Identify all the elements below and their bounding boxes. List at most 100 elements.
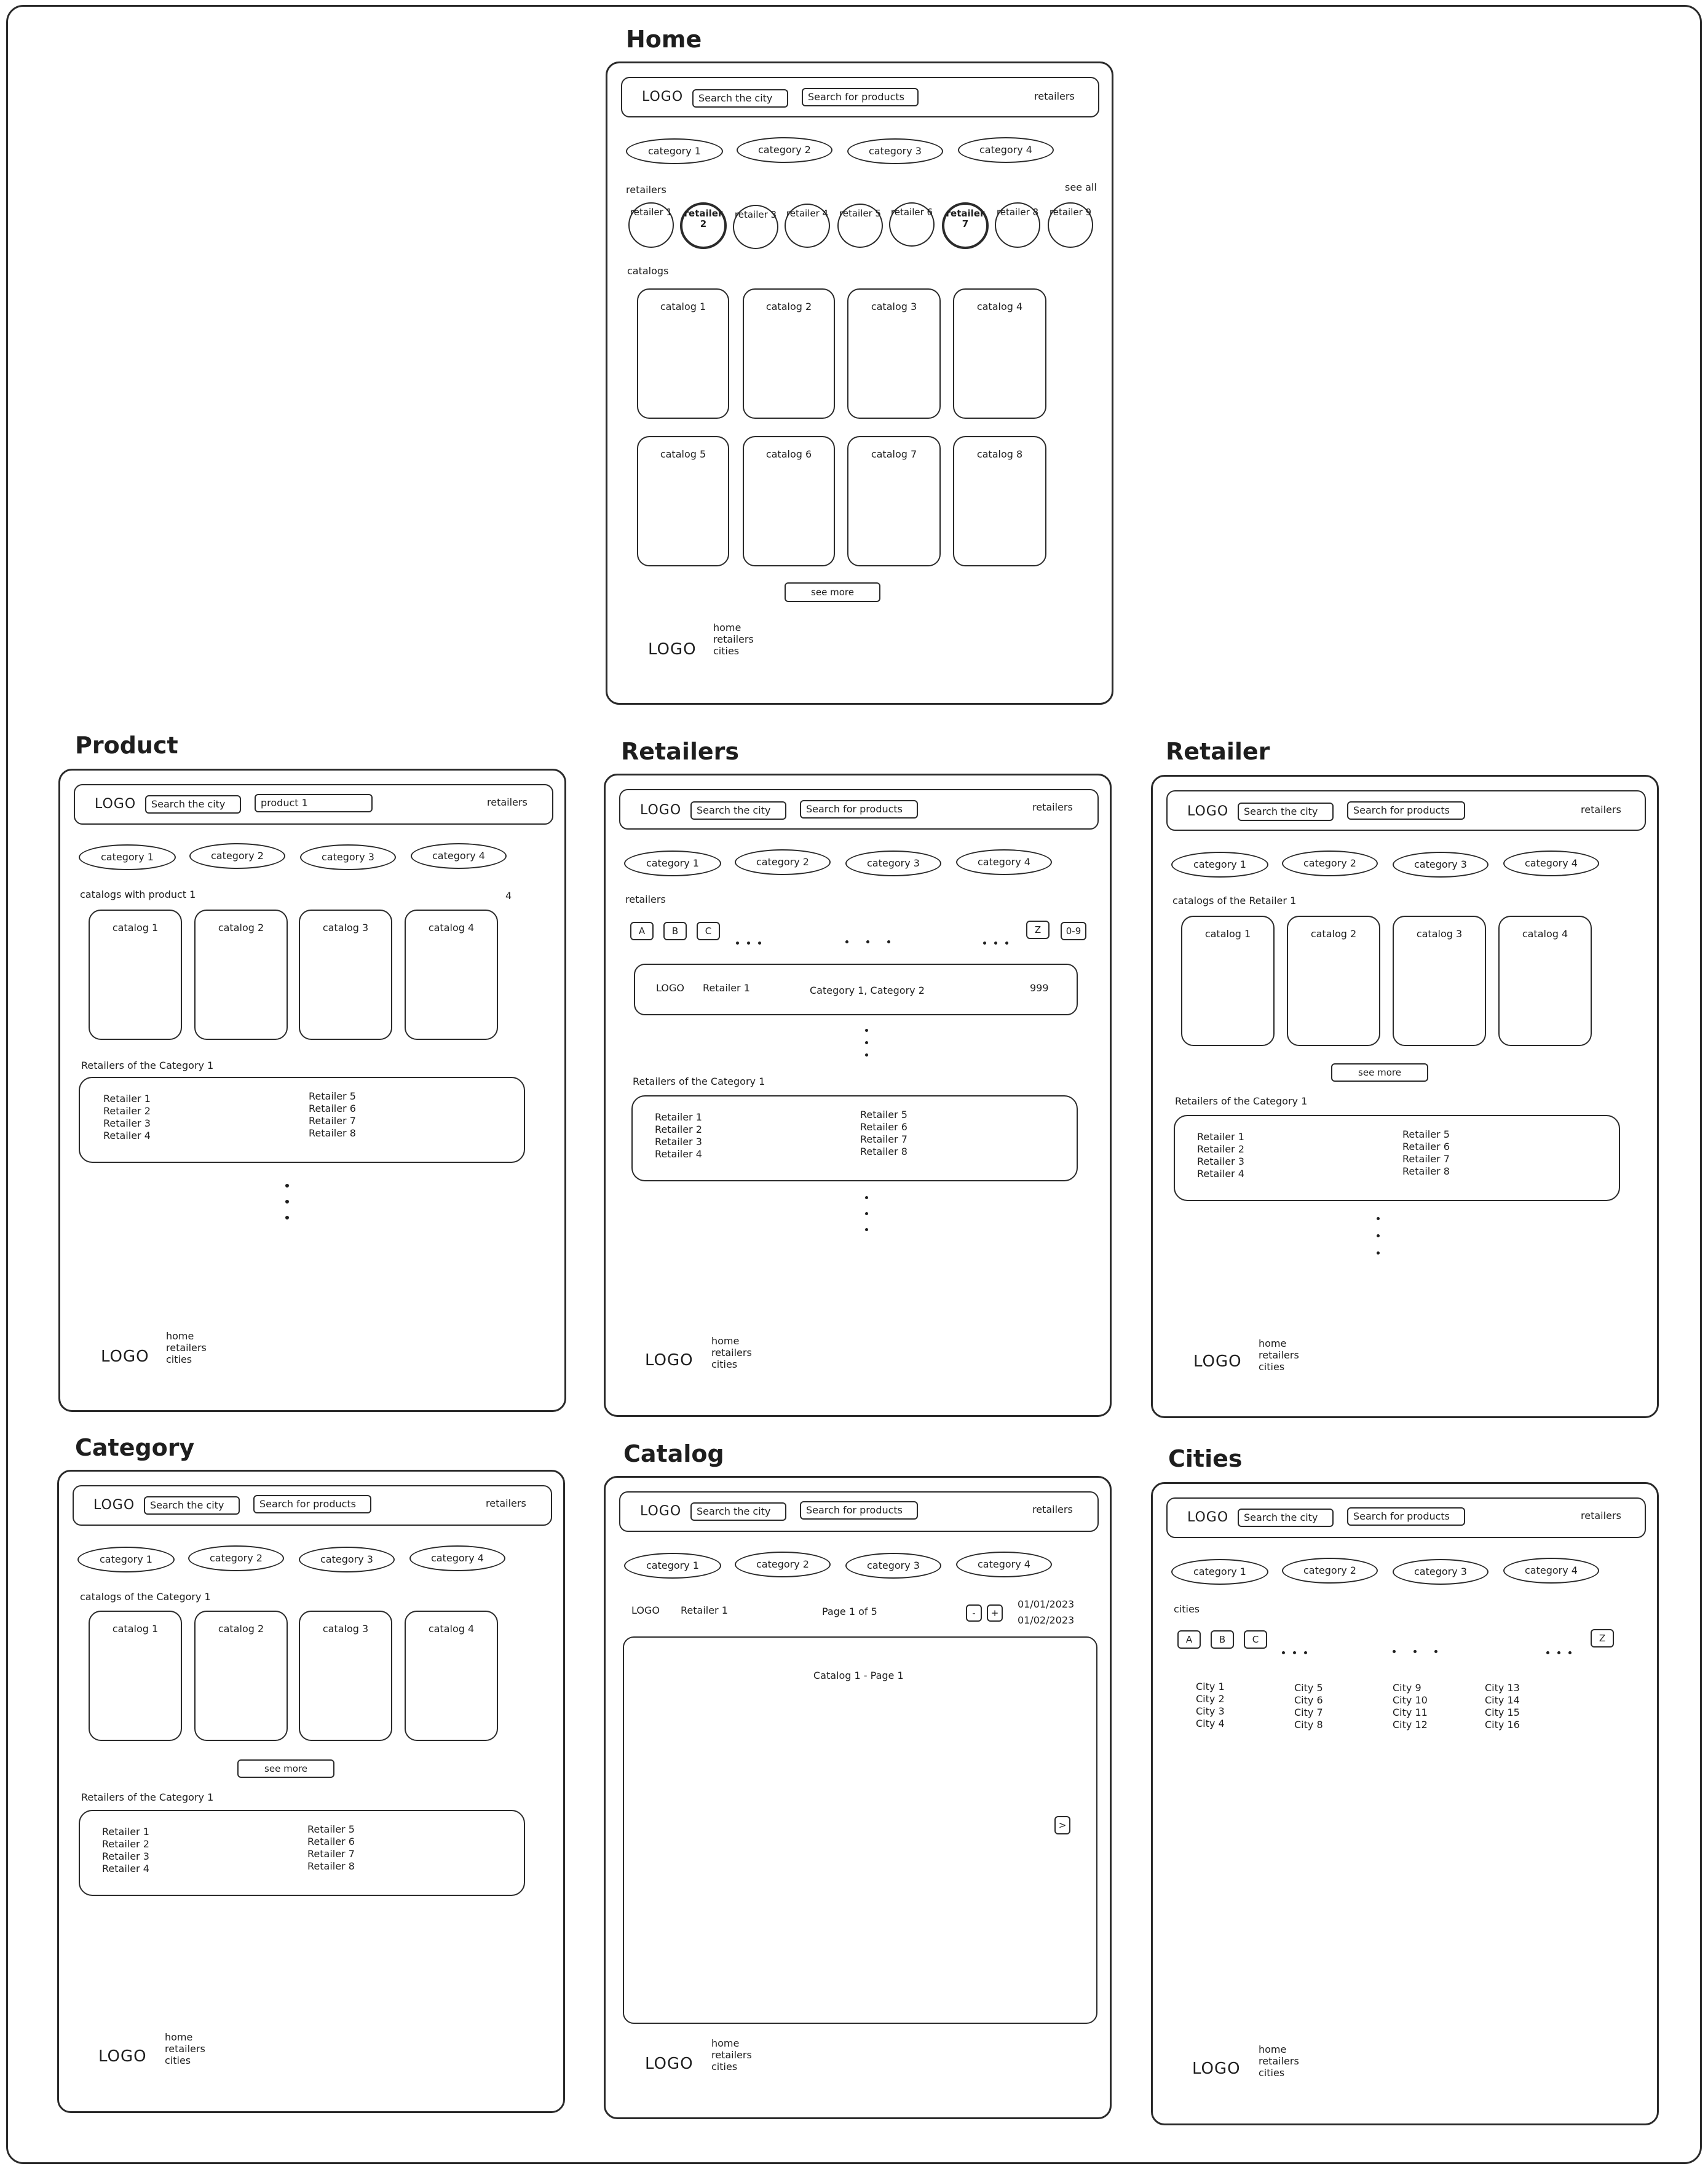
footer-link-cities[interactable]: cities bbox=[711, 1358, 752, 1370]
search-products-input[interactable]: product 1 bbox=[255, 794, 373, 812]
category-pill-3[interactable]: category 3 bbox=[845, 1553, 941, 1579]
catalog-card-4[interactable]: catalog 4 bbox=[953, 288, 1046, 419]
catalog-card-7[interactable]: catalog 7 bbox=[847, 436, 941, 566]
category-pill-4[interactable]: category 4 bbox=[1503, 851, 1599, 876]
catalog-card-2[interactable]: catalog 2 bbox=[743, 288, 835, 419]
next-page-button[interactable]: > bbox=[1054, 1816, 1070, 1834]
category-pill-3[interactable]: category 3 bbox=[299, 1547, 395, 1572]
catalog-card-1[interactable]: catalog 1 bbox=[637, 288, 729, 419]
footer-link-home[interactable]: home bbox=[1259, 2044, 1299, 2055]
footer-link-cities[interactable]: cities bbox=[1259, 2067, 1299, 2079]
logo[interactable]: LOGO bbox=[93, 1497, 135, 1513]
see-more-button[interactable]: see more bbox=[785, 582, 880, 602]
category-pill-1[interactable]: category 1 bbox=[77, 1547, 175, 1572]
category-pill-1[interactable]: category 1 bbox=[79, 844, 176, 870]
letter-filter-b[interactable]: B bbox=[1211, 1630, 1234, 1649]
retailers-list-col2[interactable]: Retailer 5 Retailer 6 Retailer 7 Retaile… bbox=[309, 1090, 356, 1140]
catalog-card-3[interactable]: catalog 3 bbox=[1393, 916, 1486, 1046]
logo[interactable]: LOGO bbox=[642, 89, 683, 105]
footer-link-retailers[interactable]: retailers bbox=[1259, 1349, 1299, 1361]
retailers-list-col2[interactable]: Retailer 5 Retailer 6 Retailer 7 Retaile… bbox=[1402, 1128, 1450, 1178]
retailer-circle-3[interactable]: retailer 3 bbox=[733, 205, 778, 249]
letter-filter-a[interactable]: A bbox=[630, 922, 654, 940]
category-pill-2[interactable]: category 2 bbox=[188, 1545, 284, 1571]
category-pill-1[interactable]: category 1 bbox=[1171, 1559, 1268, 1585]
search-city-input[interactable]: Search the city bbox=[690, 801, 786, 820]
footer-link-retailers[interactable]: retailers bbox=[165, 2043, 205, 2055]
footer-logo[interactable]: LOGO bbox=[1193, 1352, 1242, 1371]
category-pill-2[interactable]: category 2 bbox=[189, 843, 285, 869]
category-pill-1[interactable]: category 1 bbox=[626, 138, 723, 164]
category-pill-4[interactable]: category 4 bbox=[409, 1545, 505, 1571]
logo[interactable]: LOGO bbox=[1187, 1510, 1228, 1525]
letter-filter-a[interactable]: A bbox=[1177, 1630, 1201, 1649]
retailer-circle-9[interactable]: retailer 9 bbox=[1048, 202, 1093, 248]
search-products-input[interactable]: Search for products bbox=[253, 1495, 371, 1513]
footer-link-home[interactable]: home bbox=[713, 622, 754, 633]
footer-link-retailers[interactable]: retailers bbox=[711, 1347, 752, 1358]
retailers-list-col2[interactable]: Retailer 5 Retailer 6 Retailer 7 Retaile… bbox=[307, 1823, 355, 1873]
retailer-circle-5[interactable]: retailer 5 bbox=[837, 204, 883, 248]
search-city-input[interactable]: Search the city bbox=[144, 1496, 240, 1515]
category-pill-3[interactable]: category 3 bbox=[847, 138, 943, 164]
retailers-link[interactable]: retailers bbox=[1032, 801, 1073, 813]
catalog-card-8[interactable]: catalog 8 bbox=[953, 436, 1046, 566]
category-pill-2[interactable]: category 2 bbox=[1282, 1558, 1378, 1584]
catalog-card-3[interactable]: catalog 3 bbox=[299, 1611, 392, 1741]
footer-logo[interactable]: LOGO bbox=[645, 2055, 694, 2073]
catalog-card-2[interactable]: catalog 2 bbox=[1287, 916, 1380, 1046]
footer-link-home[interactable]: home bbox=[711, 1335, 752, 1347]
search-city-input[interactable]: Search the city bbox=[1238, 1509, 1334, 1527]
category-pill-2[interactable]: category 2 bbox=[737, 137, 832, 163]
category-pill-4[interactable]: category 4 bbox=[1503, 1558, 1599, 1584]
footer-link-retailers[interactable]: retailers bbox=[166, 1342, 207, 1354]
category-pill-2[interactable]: category 2 bbox=[1282, 851, 1378, 876]
search-products-input[interactable]: Search for products bbox=[800, 800, 918, 819]
retailers-list-col1[interactable]: Retailer 1 Retailer 2 Retailer 3 Retaile… bbox=[1197, 1131, 1244, 1180]
footer-link-retailers[interactable]: retailers bbox=[1259, 2055, 1299, 2067]
retailers-list-col1[interactable]: Retailer 1 Retailer 2 Retailer 3 Retaile… bbox=[655, 1111, 702, 1160]
catalog-card-4[interactable]: catalog 4 bbox=[1498, 916, 1592, 1046]
catalog-card-3[interactable]: catalog 3 bbox=[847, 288, 941, 419]
retailers-link[interactable]: retailers bbox=[486, 1497, 526, 1509]
letter-filter-z[interactable]: Z bbox=[1026, 921, 1050, 939]
search-products-input[interactable]: Search for products bbox=[1347, 1507, 1465, 1526]
letter-filter-0-9[interactable]: 0-9 bbox=[1061, 922, 1086, 940]
footer-link-cities[interactable]: cities bbox=[713, 645, 754, 657]
retailers-link[interactable]: retailers bbox=[487, 796, 528, 808]
footer-logo[interactable]: LOGO bbox=[1192, 2060, 1241, 2078]
footer-logo[interactable]: LOGO bbox=[645, 1351, 694, 1370]
catalog-card-4[interactable]: catalog 4 bbox=[405, 910, 498, 1040]
retailer-circle-4[interactable]: retailer 4 bbox=[785, 204, 830, 248]
see-all-link[interactable]: see all bbox=[1065, 181, 1097, 193]
catalog-retailer-name[interactable]: Retailer 1 bbox=[681, 1604, 728, 1616]
retailer-circle-1[interactable]: retailer 1 bbox=[628, 202, 674, 248]
cities-list-col4[interactable]: City 13 City 14 City 15 City 16 bbox=[1485, 1682, 1520, 1731]
logo[interactable]: LOGO bbox=[640, 803, 681, 818]
catalog-card-5[interactable]: catalog 5 bbox=[637, 436, 729, 566]
footer-link-cities[interactable]: cities bbox=[711, 2061, 752, 2072]
cities-list-col1[interactable]: City 1 City 2 City 3 City 4 bbox=[1196, 1681, 1225, 1730]
category-pill-1[interactable]: category 1 bbox=[624, 851, 721, 876]
catalog-card-1[interactable]: catalog 1 bbox=[1181, 916, 1275, 1046]
search-city-input[interactable]: Search the city bbox=[145, 795, 241, 814]
cities-list-col3[interactable]: City 9 City 10 City 11 City 12 bbox=[1393, 1682, 1428, 1731]
category-pill-2[interactable]: category 2 bbox=[735, 1552, 831, 1577]
catalog-retailer-logo[interactable]: LOGO bbox=[631, 1604, 660, 1616]
search-products-input[interactable]: Search for products bbox=[1347, 801, 1465, 820]
retailer-circle-7[interactable]: retailer 7 bbox=[942, 202, 989, 249]
search-city-input[interactable]: Search the city bbox=[692, 89, 788, 108]
retailers-link[interactable]: retailers bbox=[1581, 1510, 1621, 1521]
footer-link-home[interactable]: home bbox=[165, 2031, 205, 2043]
footer-link-home[interactable]: home bbox=[1259, 1338, 1299, 1349]
letter-filter-c[interactable]: C bbox=[697, 922, 720, 940]
search-products-input[interactable]: Search for products bbox=[800, 1501, 918, 1520]
search-city-input[interactable]: Search the city bbox=[690, 1502, 786, 1521]
category-pill-3[interactable]: category 3 bbox=[1393, 852, 1489, 878]
category-pill-3[interactable]: category 3 bbox=[300, 844, 396, 870]
category-pill-4[interactable]: category 4 bbox=[958, 137, 1054, 163]
footer-link-cities[interactable]: cities bbox=[166, 1354, 207, 1365]
footer-logo[interactable]: LOGO bbox=[648, 640, 697, 659]
category-pill-1[interactable]: category 1 bbox=[624, 1553, 721, 1579]
see-more-button[interactable]: see more bbox=[1331, 1063, 1428, 1082]
